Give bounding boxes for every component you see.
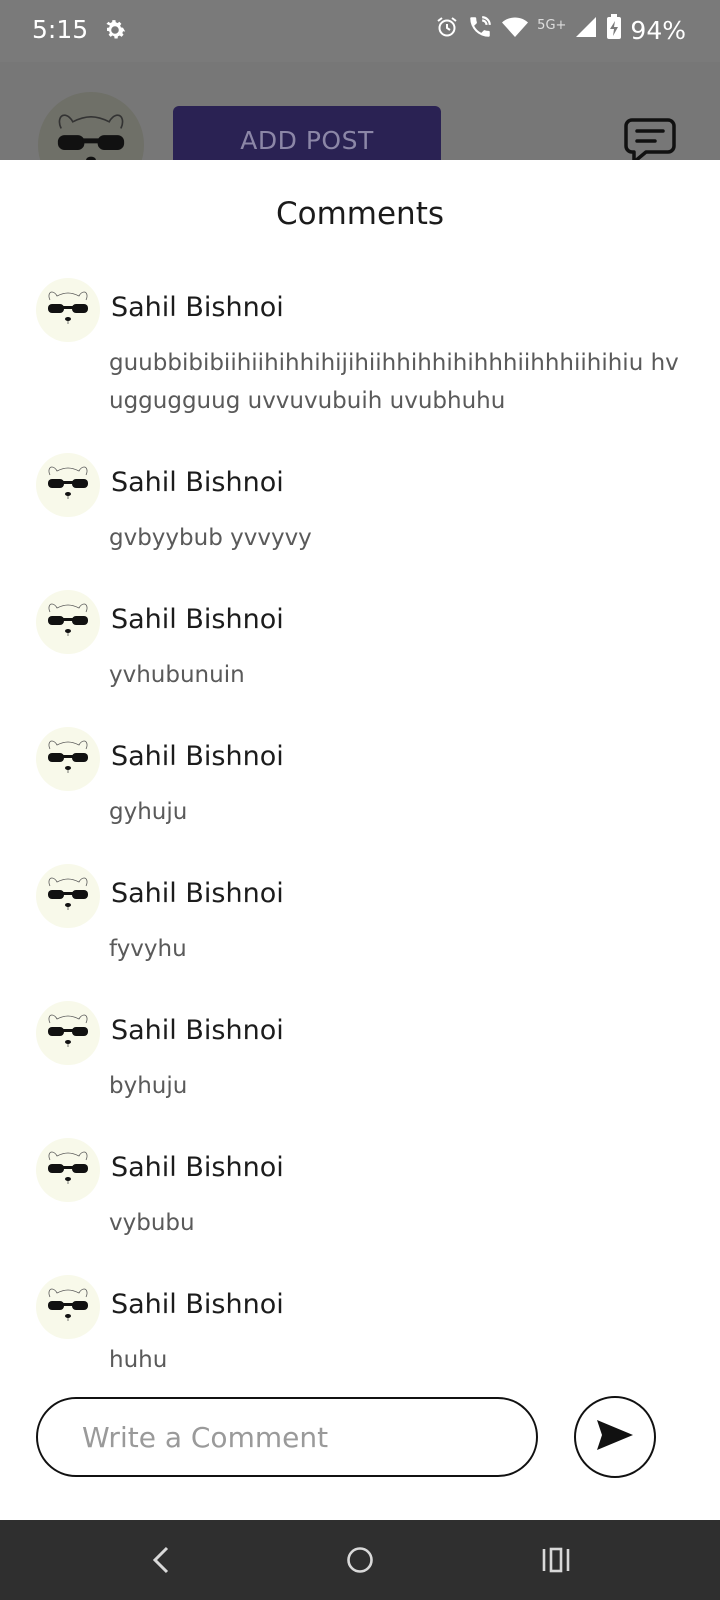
comment-author: Sahil Bishnoi: [111, 1152, 284, 1183]
send-icon: [595, 1418, 635, 1456]
comment-text: gvbyybub yvvyvy: [109, 525, 312, 551]
avatar[interactable]: [36, 453, 100, 517]
battery-percent: 94%: [630, 15, 686, 45]
send-button[interactable]: [574, 1396, 656, 1478]
signal-icon: [574, 15, 598, 45]
comment-text: guubbibibiihiihihhihijihiihhihhihihhhiih…: [109, 350, 679, 414]
battery-charging-icon: [606, 14, 622, 46]
comment-author: Sahil Bishnoi: [111, 741, 284, 772]
comment-author: Sahil Bishnoi: [111, 1289, 284, 1320]
avatar[interactable]: [36, 278, 100, 342]
navigation-bar: [0, 1520, 720, 1600]
avatar[interactable]: [36, 1001, 100, 1065]
status-icons: 5G+ 94%: [435, 14, 686, 46]
comment-author: Sahil Bishnoi: [111, 292, 284, 323]
comment-author: Sahil Bishnoi: [111, 467, 284, 498]
status-bar: 5:15 5G+ 94%: [0, 0, 720, 62]
network-type: 5G+: [537, 18, 567, 33]
sheet-title: Comments: [275, 196, 445, 232]
comment-text: huhu: [109, 1347, 168, 1373]
comment-text: yvhubunuin: [109, 662, 245, 688]
wifi-calling-icon: [467, 14, 493, 46]
comment-text: gyhuju: [109, 799, 188, 825]
comment-author: Sahil Bishnoi: [111, 1015, 284, 1046]
comment-author: Sahil Bishnoi: [111, 604, 284, 635]
status-time: 5:15: [32, 15, 89, 44]
comment-text: fyvyhu: [109, 936, 187, 962]
avatar[interactable]: [36, 864, 100, 928]
comment-input[interactable]: [36, 1397, 538, 1477]
avatar[interactable]: [36, 1275, 100, 1339]
alarm-icon: [435, 15, 459, 45]
comment-author: Sahil Bishnoi: [111, 878, 284, 909]
home-icon[interactable]: [340, 1540, 380, 1580]
back-icon[interactable]: [142, 1540, 182, 1580]
avatar[interactable]: [36, 590, 100, 654]
avatar[interactable]: [36, 1138, 100, 1202]
background-app: ADD POST: [0, 62, 720, 198]
comment-text: byhuju: [109, 1073, 188, 1099]
comment-text: vybubu: [109, 1210, 195, 1236]
avatar[interactable]: [36, 727, 100, 791]
recents-icon[interactable]: [536, 1540, 576, 1580]
wifi-icon: [501, 15, 529, 45]
gear-icon: [102, 17, 128, 47]
comments-sheet: Comments Sahil Bishnoi guubbibibiihiihih…: [0, 160, 720, 1520]
